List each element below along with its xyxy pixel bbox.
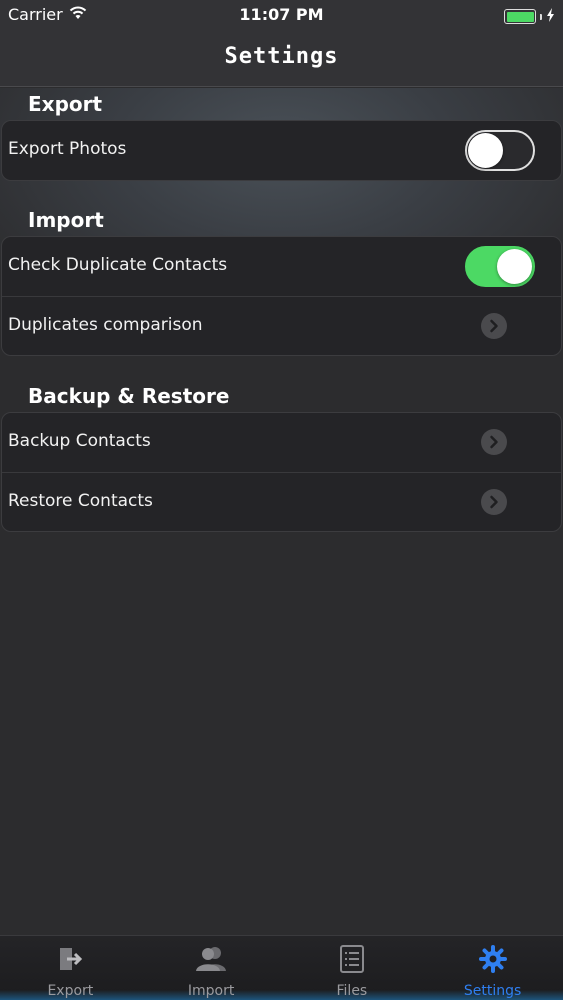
backup-contacts-label: Backup Contacts (8, 431, 151, 451)
tab-settings[interactable]: Settings (422, 936, 563, 1000)
page-title: Settings (224, 44, 339, 69)
tab-import[interactable]: Import (141, 936, 282, 1000)
status-bar: Carrier 11:07 PM (0, 0, 563, 30)
settings-content: Export Export Photos Import Check Duplic… (0, 88, 563, 935)
tab-import-label: Import (187, 983, 235, 999)
export-photos-row: Export Photos (2, 121, 561, 180)
gear-icon (422, 944, 563, 974)
charging-bolt-icon (546, 7, 555, 26)
backup-contacts-row[interactable]: Backup Contacts (2, 413, 561, 472)
tab-bar: Export Import Files Settings (0, 935, 563, 1000)
export-photos-label: Export Photos (8, 139, 127, 159)
section-header-import: Import (28, 208, 104, 232)
chevron-right-icon (481, 313, 507, 339)
check-duplicates-row: Check Duplicate Contacts (2, 237, 561, 296)
people-icon (141, 944, 282, 974)
clock: 11:07 PM (239, 5, 324, 24)
export-group: Export Photos (1, 120, 562, 181)
section-header-export: Export (28, 92, 103, 116)
tab-settings-label: Settings (463, 983, 522, 999)
tab-export[interactable]: Export (0, 936, 141, 1000)
list-icon (282, 944, 423, 974)
chevron-right-icon (481, 489, 507, 515)
chevron-right-icon (481, 429, 507, 455)
restore-contacts-label: Restore Contacts (8, 491, 153, 511)
duplicates-comparison-row[interactable]: Duplicates comparison (2, 296, 561, 355)
battery-icon (504, 9, 536, 24)
tab-files[interactable]: Files (282, 936, 423, 1000)
section-header-backup: Backup & Restore (28, 384, 230, 408)
backup-restore-group: Backup Contacts Restore Contacts (1, 412, 562, 532)
check-duplicates-label: Check Duplicate Contacts (8, 255, 228, 275)
import-group: Check Duplicate Contacts Duplicates comp… (1, 236, 562, 356)
tab-export-label: Export (47, 983, 94, 999)
tab-files-label: Files (336, 983, 368, 999)
export-icon (0, 944, 141, 974)
export-photos-toggle[interactable] (465, 130, 535, 171)
restore-contacts-row[interactable]: Restore Contacts (2, 472, 561, 531)
duplicates-comparison-label: Duplicates comparison (8, 315, 203, 335)
navigation-bar: Settings (0, 30, 563, 87)
check-duplicates-toggle[interactable] (465, 246, 535, 287)
